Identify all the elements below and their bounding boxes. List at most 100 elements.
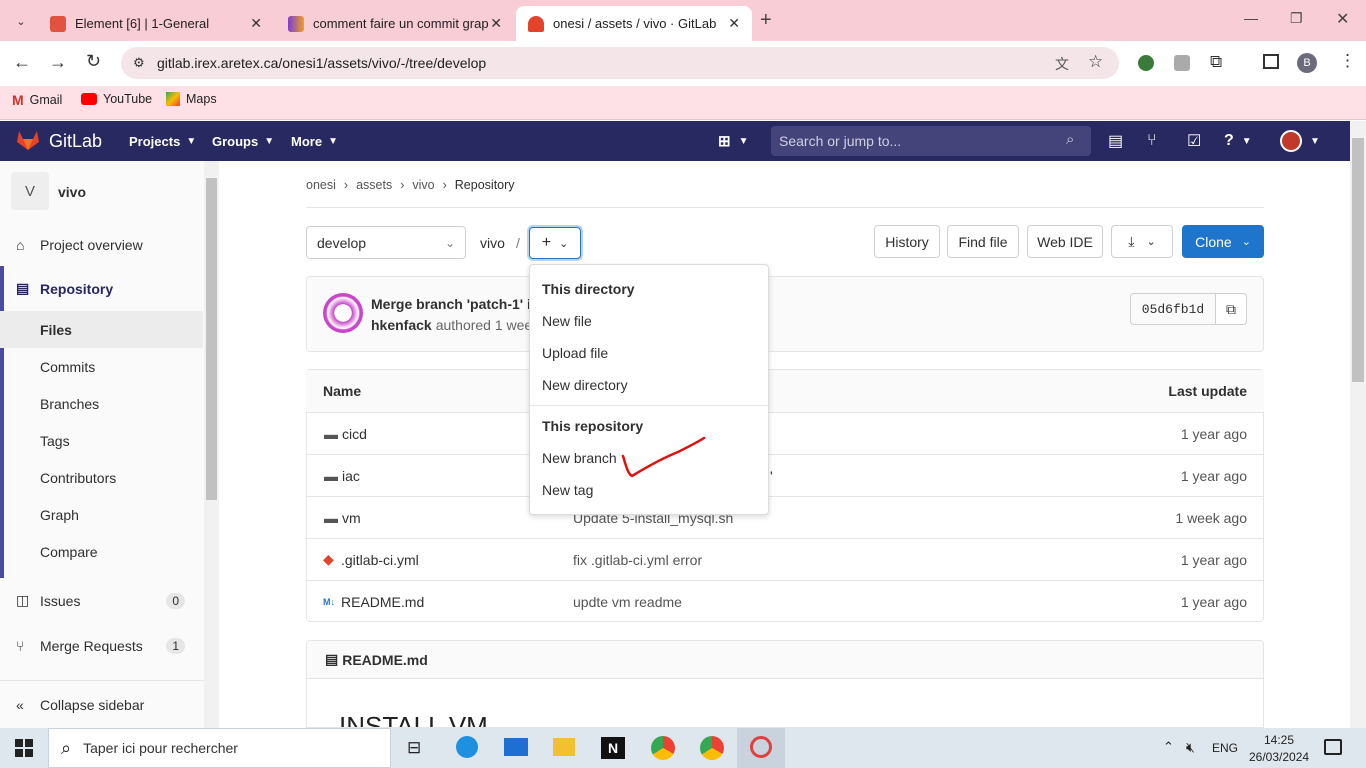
breadcrumb-item[interactable]: vivo [412,178,434,192]
add-to-tree-button[interactable]: + ⌄ [529,227,581,259]
chevron-up-icon[interactable]: ⌃ [1163,739,1174,755]
path-root[interactable]: vivo [480,235,505,251]
history-button[interactable]: History [874,225,940,258]
new-directory-item[interactable]: New directory [542,377,628,393]
file-name[interactable]: vm [342,510,361,526]
sidebar-item-commits[interactable]: Commits [0,348,203,385]
new-tag-item[interactable]: New tag [542,482,593,498]
extension-icon[interactable] [1174,55,1190,71]
file-explorer-icon[interactable] [553,738,575,756]
tab-gitlab[interactable]: onesi / assets / vivo · GitLab ✕ [516,6,752,41]
profile-avatar[interactable]: B [1297,53,1317,73]
nav-groups[interactable]: Groups ▼ [212,121,274,161]
url-text[interactable]: gitlab.irex.aretex.ca/onesi1/assets/vivo… [157,55,486,71]
volume-muted-icon[interactable]: 🔇︎ [1186,739,1195,756]
collapse-sidebar-button[interactable]: « Collapse sidebar [0,686,203,723]
close-icon[interactable]: ✕ [728,15,740,32]
breadcrumb-item[interactable]: assets [356,178,392,192]
extension-globe-icon[interactable] [1138,55,1154,71]
commit-author[interactable]: hkenfack [371,317,432,333]
new-branch-item[interactable]: New branch [542,450,617,466]
sidebar-item-merge-requests[interactable]: ⑂ Merge Requests 1 [0,627,203,664]
bookmark-gmail[interactable]: M Gmail [12,92,62,108]
notion-icon[interactable]: N [601,737,625,759]
back-icon[interactable]: ← [13,52,31,73]
clone-button[interactable]: Clone ⌄ [1182,225,1264,258]
translate-icon[interactable]: 文 [1055,54,1069,74]
sidebar-item-issues[interactable]: ◫ Issues 0 [0,582,203,619]
window-close-icon[interactable]: ✕ [1336,9,1349,29]
table-row[interactable]: ▬ vm Update 5-install_mysql.sh 1 week ag… [306,496,1264,538]
file-name[interactable]: cicd [342,426,367,442]
clock-time[interactable]: 14:25 [1264,733,1294,747]
sidebar-item-tags[interactable]: Tags [0,422,203,459]
sidebar-item-graph[interactable]: Graph [0,496,203,533]
sidebar-item-repository[interactable]: ▤ Repository [0,270,203,307]
branch-selector[interactable]: develop ⌄ [306,226,466,259]
bookmark-maps[interactable]: Maps [166,92,217,106]
sidebar-item-compare[interactable]: Compare [0,533,203,570]
tab-element[interactable]: Element [6] | 1-General ✕ [38,6,274,41]
gitlab-brand[interactable]: GitLab [49,121,102,161]
file-name[interactable]: iac [342,468,360,484]
todo-doc-icon[interactable]: ▤ [1108,121,1123,161]
task-view-icon[interactable]: ⊟ [407,738,421,758]
sidebar-item-files[interactable]: Files [0,311,203,348]
table-row[interactable]: ▬ cicd 1 year ago [306,412,1264,454]
notification-icon[interactable] [1324,739,1342,755]
windows-start-icon[interactable] [15,739,33,757]
file-name[interactable]: README.md [341,594,424,610]
new-dropdown[interactable]: ⊞ ▼ [718,121,748,161]
chrome-profile-icon[interactable] [700,736,724,760]
menu-kebab-icon[interactable]: ⋮ [1339,51,1356,71]
table-row[interactable]: ◆ .gitlab-ci.yml fix .gitlab-ci.yml erro… [306,538,1264,580]
close-icon[interactable]: ✕ [250,15,262,32]
table-row[interactable]: M↓ README.md updte vm readme 1 year ago [306,580,1264,622]
sidebar-item-contributors[interactable]: Contributors [0,459,203,496]
restore-icon[interactable]: ❐ [1290,10,1303,27]
help-dropdown[interactable]: ? ▼ [1224,121,1252,161]
table-row[interactable]: ▬ iac ' 1 year ago [306,454,1264,496]
language-indicator[interactable]: ENG [1212,741,1238,755]
minimize-icon[interactable]: — [1244,10,1258,26]
sidepanel-icon[interactable] [1263,54,1279,69]
bookmark-star-icon[interactable]: ☆ [1088,52,1103,72]
gitlab-logo-icon[interactable] [16,129,40,151]
sidebar-item-branches[interactable]: Branches [0,385,203,422]
tab-commit-question[interactable]: comment faire un commit grap ✕ [276,6,514,41]
puzzle-icon[interactable]: ⧉ [1210,52,1222,72]
bookmark-youtube[interactable]: YouTube [81,92,152,106]
page-scrollbar-thumb[interactable] [1352,138,1364,382]
todo-check-icon[interactable]: ☑ [1187,121,1201,161]
author-avatar[interactable] [323,293,363,333]
clock-date[interactable]: 26/03/2024 [1249,750,1309,764]
commit-sha[interactable]: 05d6fb1d [1130,293,1216,325]
taskbar-search[interactable]: ⌕ Taper ici pour rechercher [48,728,391,768]
sidebar-item-overview[interactable]: ⌂ Project overview [0,226,203,263]
new-file-item[interactable]: New file [542,313,592,329]
chrome-icon[interactable] [651,736,675,760]
mail-icon[interactable] [504,738,528,756]
readme-title[interactable]: README.md [342,652,428,668]
file-name[interactable]: .gitlab-ci.yml [341,552,419,568]
commit-message[interactable]: fix .gitlab-ci.yml error [573,552,702,568]
project-name[interactable]: vivo [58,184,86,200]
user-menu[interactable]: ▼ [1280,121,1320,161]
download-button[interactable]: ⤓ ⌄ [1111,225,1173,258]
merge-request-icon[interactable]: ⑂ [1147,121,1157,161]
site-info-icon[interactable]: ⚙ [133,55,145,71]
sidebar-scrollbar-thumb[interactable] [206,178,217,500]
nav-projects[interactable]: Projects ▼ [129,121,196,161]
find-file-button[interactable]: Find file [947,225,1019,258]
nav-more[interactable]: More ▼ [291,121,338,161]
copy-sha-button[interactable]: ⧉ [1215,293,1247,325]
forward-icon[interactable]: → [49,52,67,73]
close-icon[interactable]: ✕ [490,15,502,32]
web-ide-button[interactable]: Web IDE [1027,225,1103,258]
reload-icon[interactable]: ↻ [86,51,101,72]
breadcrumb-item[interactable]: Repository [455,178,515,192]
commit-title[interactable]: Merge branch 'patch-1' in [371,296,539,312]
new-tab-icon[interactable]: + [760,9,772,32]
project-avatar[interactable]: V [11,172,49,210]
tab-search-icon[interactable]: ⌄ [13,13,29,29]
